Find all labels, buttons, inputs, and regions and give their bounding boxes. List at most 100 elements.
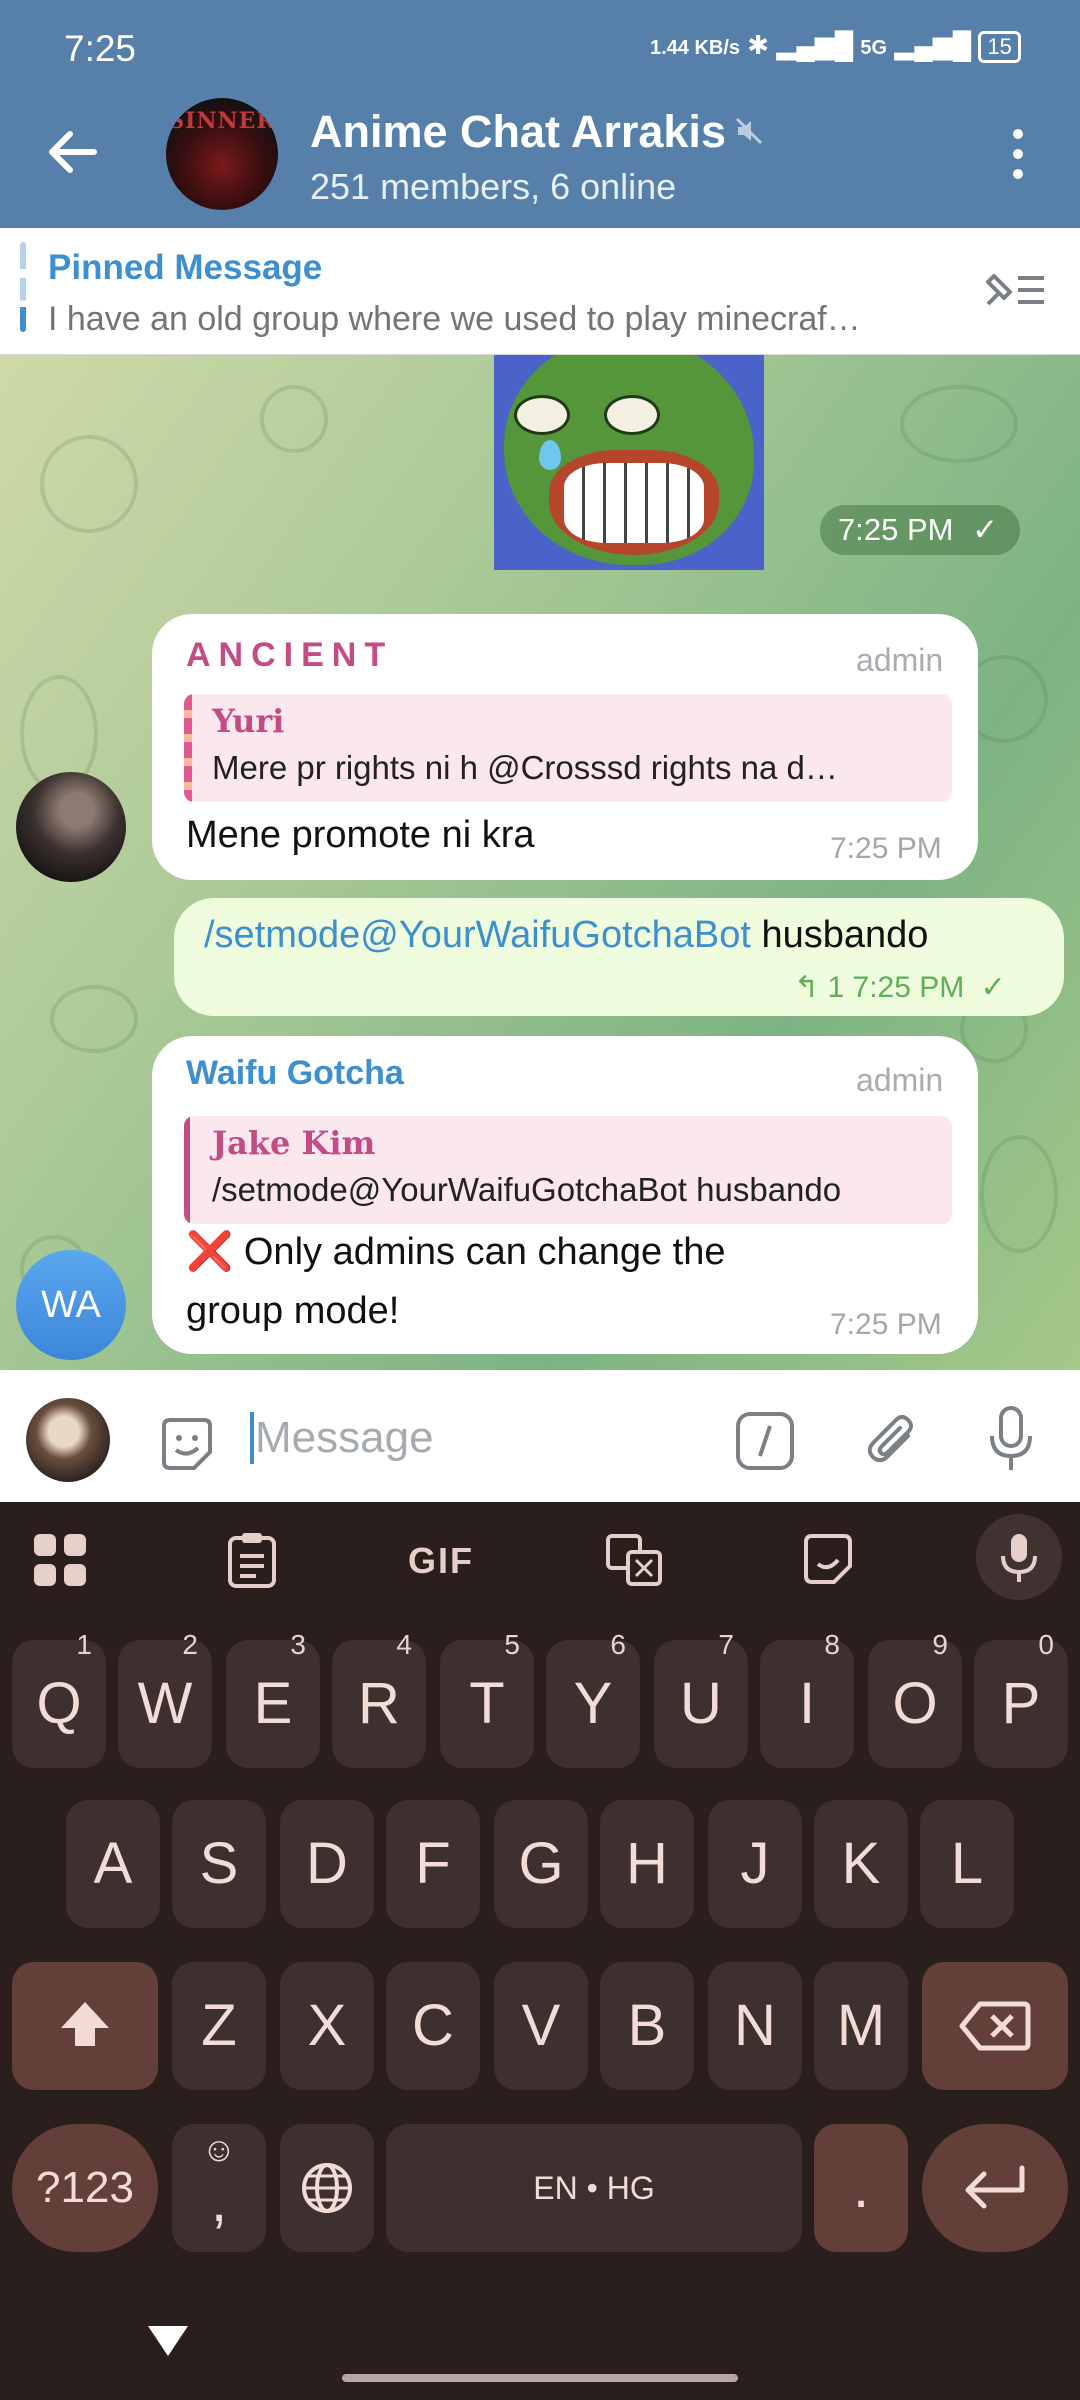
reply-count: 1 bbox=[827, 971, 845, 1004]
shift-key[interactable] bbox=[12, 1962, 158, 2090]
space-key[interactable]: EN • HG bbox=[386, 2124, 802, 2252]
message-input[interactable] bbox=[255, 1408, 675, 1468]
clipboard-icon[interactable] bbox=[222, 1530, 282, 1590]
symbols-key[interactable]: ?123 bbox=[12, 2124, 158, 2252]
key-d[interactable]: D bbox=[280, 1800, 374, 1928]
message-time: 7:25 PM bbox=[830, 832, 942, 865]
user-avatar-ancient[interactable] bbox=[16, 772, 126, 882]
gif-button[interactable]: GIF bbox=[408, 1540, 474, 1582]
group-avatar-text: SINNER bbox=[168, 108, 276, 134]
key-o[interactable]: O9 bbox=[868, 1630, 962, 1768]
key-y[interactable]: Y6 bbox=[546, 1630, 640, 1768]
send-as-avatar[interactable] bbox=[26, 1398, 110, 1482]
reply-stripe bbox=[184, 694, 192, 802]
back-arrow-icon[interactable] bbox=[40, 120, 104, 184]
language-key[interactable] bbox=[280, 2124, 374, 2252]
key-z[interactable]: Z bbox=[172, 1962, 266, 2090]
key-hint: 8 bbox=[824, 1629, 840, 1660]
bot-commands-icon[interactable] bbox=[734, 1410, 796, 1472]
reply-quote[interactable]: Jake Kim /setmode@YourWaifuGotchaBot hus… bbox=[184, 1116, 952, 1224]
sticker-image[interactable] bbox=[494, 355, 764, 570]
user-avatar-waifu-gotcha[interactable]: WA bbox=[16, 1250, 126, 1360]
mic-icon bbox=[1001, 1534, 1037, 1582]
key-t[interactable]: T5 bbox=[440, 1630, 534, 1768]
key-j[interactable]: J bbox=[708, 1800, 802, 1928]
more-menu-icon[interactable] bbox=[1004, 126, 1032, 182]
reply-sender: Yuri bbox=[212, 702, 285, 740]
sticker-icon[interactable] bbox=[798, 1530, 858, 1590]
enter-key[interactable] bbox=[922, 2124, 1068, 2252]
key-e[interactable]: E3 bbox=[226, 1630, 320, 1768]
outgoing-message-text: /setmode@YourWaifuGotchaBot husbando bbox=[204, 914, 928, 957]
keyboard bbox=[0, 1502, 1080, 2400]
signal-icon: ▂▄▆█ bbox=[776, 30, 854, 60]
key-u[interactable]: U7 bbox=[654, 1630, 748, 1768]
group-avatar[interactable]: SINNER bbox=[166, 98, 278, 210]
pinned-text: I have an old group where we used to pla… bbox=[48, 300, 861, 338]
key-c[interactable]: C bbox=[386, 1962, 480, 2090]
bot-command-link[interactable]: /setmode@YourWaifuGotchaBot bbox=[204, 914, 751, 956]
reply-text: Mere pr rights ni h @Crosssd rights na d… bbox=[212, 749, 838, 786]
attach-icon[interactable] bbox=[862, 1410, 924, 1472]
members-count: 251 members, 6 online bbox=[310, 166, 677, 207]
key-label: E bbox=[253, 1671, 293, 1736]
key-a[interactable]: A bbox=[66, 1800, 160, 1928]
key-g[interactable]: G bbox=[494, 1800, 588, 1928]
key-s[interactable]: S bbox=[172, 1800, 266, 1928]
pin-list-icon[interactable] bbox=[980, 264, 1050, 314]
key-v[interactable]: V bbox=[494, 1962, 588, 2090]
key-label: R bbox=[358, 1671, 400, 1736]
enter-icon bbox=[965, 2165, 1025, 2209]
home-indicator[interactable] bbox=[342, 2374, 738, 2382]
sticker-timestamp: 7:25 PM ✓ bbox=[820, 505, 1020, 555]
reply-stripe bbox=[184, 1116, 190, 1224]
sender-name[interactable]: Waifu Gotcha bbox=[186, 1054, 404, 1093]
sticker-eye bbox=[604, 395, 660, 435]
key-k[interactable]: K bbox=[814, 1800, 908, 1928]
reply-count-icon: ↰ bbox=[794, 971, 820, 1004]
key-w[interactable]: W2 bbox=[118, 1630, 212, 1768]
translate-icon[interactable] bbox=[604, 1530, 664, 1590]
pinned-indicator bbox=[20, 242, 26, 332]
admin-tag: admin bbox=[856, 1062, 944, 1098]
key-r[interactable]: R4 bbox=[332, 1630, 426, 1768]
comma-label: , bbox=[210, 2169, 228, 2234]
apps-grid-icon[interactable] bbox=[30, 1530, 90, 1590]
key-b[interactable]: B bbox=[600, 1962, 694, 2090]
backspace-key[interactable] bbox=[922, 1962, 1068, 2090]
key-m[interactable]: M bbox=[814, 1962, 908, 2090]
message-text: Mene promote ni kra bbox=[186, 814, 535, 856]
key-hint: 0 bbox=[1038, 1629, 1054, 1660]
microphone-icon[interactable] bbox=[986, 1404, 1036, 1476]
sticker-time-text: 7:25 PM bbox=[838, 512, 954, 547]
comma-emoji-key[interactable]: ☺ , bbox=[172, 2124, 266, 2252]
key-n[interactable]: N bbox=[708, 1962, 802, 2090]
key-h[interactable]: H bbox=[600, 1800, 694, 1928]
message-time: 7:25 PM bbox=[830, 1308, 942, 1341]
voice-typing-button[interactable] bbox=[976, 1514, 1062, 1600]
reply-quote[interactable]: Yuri Mere pr rights ni h @Crosssd rights… bbox=[184, 694, 952, 802]
key-f[interactable]: F bbox=[386, 1800, 480, 1928]
network-type: 5G bbox=[860, 37, 888, 59]
signal-icon-2: ▂▄▆█ bbox=[894, 30, 972, 60]
reply-sender: Jake Kim bbox=[212, 1124, 376, 1162]
key-l[interactable]: L bbox=[920, 1800, 1014, 1928]
key-i[interactable]: I8 bbox=[760, 1630, 854, 1768]
network-speed: 1.44 KB/s bbox=[650, 37, 741, 59]
key-label: I bbox=[798, 1671, 816, 1736]
status-time: 7:25 bbox=[64, 28, 137, 69]
sender-name[interactable]: ANCIENT bbox=[186, 636, 393, 675]
outgoing-time: 7:25 PM bbox=[852, 971, 965, 1004]
key-p[interactable]: P0 bbox=[974, 1630, 1068, 1768]
period-key[interactable]: . bbox=[814, 2124, 908, 2252]
message-text-line2: group mode! bbox=[186, 1290, 400, 1332]
key-x[interactable]: X bbox=[280, 1962, 374, 2090]
sticker-emoji-icon[interactable] bbox=[154, 1412, 220, 1478]
key-hint: 1 bbox=[76, 1629, 92, 1660]
reply-text: /setmode@YourWaifuGotchaBot husbando bbox=[212, 1171, 842, 1208]
chat-title[interactable]: Anime Chat Arrakis bbox=[310, 106, 726, 158]
key-q[interactable]: Q1 bbox=[12, 1630, 106, 1768]
pinned-title: Pinned Message bbox=[48, 248, 323, 287]
command-argument: husbando bbox=[750, 914, 929, 956]
hide-keyboard-icon[interactable] bbox=[144, 2320, 192, 2360]
